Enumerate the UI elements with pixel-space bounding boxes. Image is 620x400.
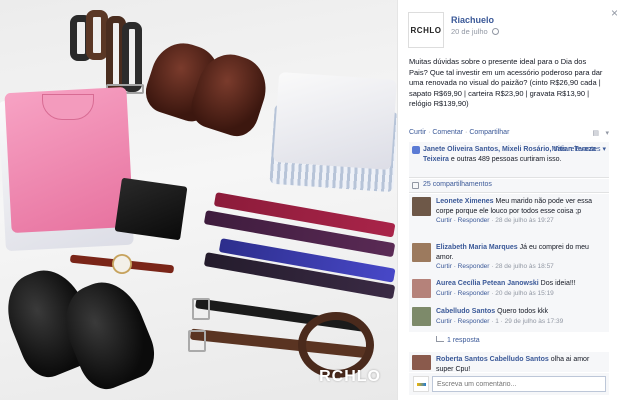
post-actions: Curtir · Comentar · Compartilhar ▤ ▾	[409, 129, 609, 137]
comment-item: Cabelludo Santos Quero todos kkk Curtir …	[409, 304, 609, 332]
page-name-link[interactable]: Riachuelo	[451, 15, 494, 25]
belt-buckle	[192, 298, 210, 320]
white-shirt	[273, 71, 397, 171]
comment-time[interactable]: 1 · 29 de julho às 17:39	[495, 318, 563, 325]
like-action[interactable]: Curtir	[409, 129, 426, 136]
comment-meta: Curtir · Responder · 28 de julho às 19:2…	[436, 217, 554, 224]
comment-text: Quero todos kkk	[497, 308, 549, 315]
share-action[interactable]: Compartilhar	[469, 129, 509, 136]
share-small-icon: ▤	[592, 130, 599, 137]
comment-time[interactable]: 28 de julho às 19:27	[495, 217, 554, 224]
post-text: Muitas dúvidas sobre o presente ideal pa…	[409, 57, 603, 108]
sort-relevant-dropdown[interactable]: Mais relevantes ▾	[552, 145, 607, 155]
comment-time[interactable]: 20 de julho às 15:19	[495, 290, 554, 297]
comment-composer	[409, 373, 609, 395]
comment-actions[interactable]: Curtir · Responder	[436, 290, 489, 297]
shares-count: 25 compartilhamentos	[423, 181, 492, 188]
post-date[interactable]: 20 de julho	[451, 27, 499, 36]
shares-summary[interactable]: 25 compartilhamentos	[409, 179, 609, 193]
coiled-belt-top	[122, 22, 142, 92]
comment-avatar[interactable]	[412, 355, 431, 370]
coiled-belt-top	[86, 10, 108, 60]
comment-body: Elizabeth Maria Marques Já eu comprei do…	[436, 243, 606, 272]
comment-item: Aurea Cecília Petean Janowski Dos ideia!…	[409, 276, 609, 304]
comment-text: Dos ideia!!!	[540, 280, 576, 287]
comment-item: Roberta Santos Cabelludo Santos olha ai …	[409, 352, 609, 374]
comment-avatar[interactable]	[412, 197, 431, 216]
page-logo-text: RCHLO	[410, 25, 442, 35]
sort-label: Mais relevantes	[551, 146, 601, 153]
comment-author[interactable]: Roberta Santos Cabelludo Santos	[436, 356, 549, 363]
comment-author[interactable]: Aurea Cecília Petean Janowski	[436, 280, 539, 287]
comment-avatar[interactable]	[412, 307, 431, 326]
comment-actions[interactable]: Curtir · Responder	[436, 217, 489, 224]
reply-count: 1 resposta	[447, 337, 480, 344]
comment-author[interactable]: Leonete Ximenes	[436, 198, 494, 205]
viewer-avatar	[413, 376, 429, 392]
comment-avatar[interactable]	[412, 243, 431, 262]
comment-item: Leonete Ximenes Meu marido não pode ver …	[409, 194, 609, 240]
comment-body: Leonete Ximenes Meu marido não pode ver …	[436, 197, 606, 226]
comment-author[interactable]: Cabelludo Santos	[436, 308, 495, 315]
comment-body: Aurea Cecília Petean Janowski Dos ideia!…	[436, 279, 606, 298]
likes-suffix: e outras 489 pessoas curtiram isso.	[450, 156, 562, 163]
close-icon[interactable]: ×	[611, 6, 618, 20]
comment-meta: Curtir · Responder · 20 de julho às 15:1…	[436, 289, 554, 297]
comment-avatar[interactable]	[412, 279, 431, 298]
belt-buckle	[188, 330, 206, 352]
comment-time[interactable]: 28 de julho às 18:57	[495, 263, 554, 270]
comment-body: Cabelludo Santos Quero todos kkk Curtir …	[436, 307, 606, 326]
comment-input[interactable]	[432, 376, 606, 392]
comment-actions[interactable]: Curtir · Responder	[436, 318, 489, 325]
watch-face	[112, 254, 132, 274]
comment-actions[interactable]: Curtir · Responder	[436, 263, 489, 270]
comment-body: Roberta Santos Cabelludo Santos olha ai …	[436, 355, 606, 374]
comment-meta: Curtir · Responder · 28 de julho às 18:5…	[436, 263, 554, 270]
post-date-text: 20 de julho	[451, 27, 488, 36]
comment-author[interactable]: Elizabeth Maria Marques	[436, 244, 518, 251]
page-avatar[interactable]: RCHLO	[408, 12, 444, 48]
comment-action[interactable]: Comentar	[432, 129, 463, 136]
photo-watermark: RCHLO	[319, 368, 381, 385]
likes-summary: Janete Oliveira Santos, Mixeli Rosário, …	[409, 142, 609, 178]
view-replies-link[interactable]: 1 resposta	[436, 336, 480, 344]
chevron-down-icon[interactable]: ▾	[605, 129, 609, 137]
like-icon	[412, 146, 420, 154]
post-header: RCHLO Riachuelo 20 de julho ×	[408, 6, 618, 50]
wallet	[114, 177, 188, 241]
share-icon	[412, 182, 419, 189]
globe-icon	[491, 28, 499, 35]
reply-arrow-icon	[436, 336, 444, 342]
comment-item: Elizabeth Maria Marques Já eu comprei do…	[409, 240, 609, 276]
product-photo[interactable]: RCHLO	[0, 0, 397, 400]
comment-meta: Curtir · Responder · 1 · 29 de julho às …	[436, 317, 564, 325]
